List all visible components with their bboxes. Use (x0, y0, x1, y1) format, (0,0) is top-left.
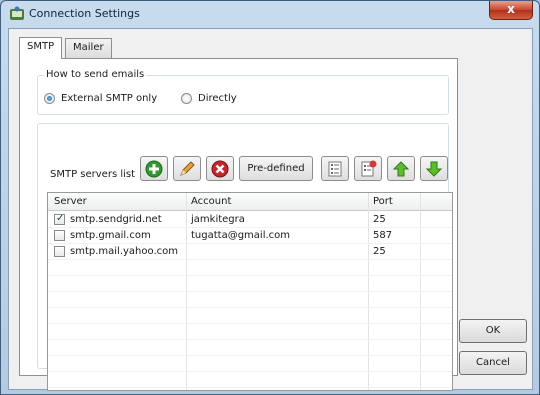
table-header: Server Account Port (48, 193, 452, 211)
empty-row (48, 260, 452, 276)
smtp-servers-label: SMTP servers list (50, 169, 136, 180)
column-header-port[interactable]: Port (373, 196, 393, 207)
delete-server-button[interactable] (206, 156, 234, 181)
window-title: Connection Settings (29, 7, 140, 20)
server-cell: smtp.sendgrid.net (70, 214, 162, 225)
account-cell: tugatta@gmail.com (191, 230, 291, 241)
list-remove-icon (361, 160, 377, 177)
edit-server-button[interactable] (173, 156, 201, 181)
row-checkbox[interactable] (54, 246, 65, 257)
tab-mailer[interactable]: Mailer (65, 38, 112, 58)
table-row[interactable]: smtp.mail.yahoo.com 25 (48, 244, 452, 260)
predefined-button[interactable]: Pre-defined (239, 156, 313, 181)
close-button[interactable]: x (489, 1, 533, 20)
server-cell: smtp.gmail.com (70, 230, 151, 241)
remove-list-button[interactable] (354, 156, 382, 181)
row-checkbox[interactable] (54, 213, 65, 225)
radio-directly[interactable]: Directly (181, 93, 237, 104)
ok-label: OK (485, 325, 501, 336)
predefined-label: Pre-defined (247, 163, 305, 174)
empty-row (48, 292, 452, 308)
row-checkbox[interactable] (54, 230, 65, 241)
port-cell: 25 (373, 214, 386, 225)
tab-label: Mailer (73, 42, 104, 53)
move-up-button[interactable] (387, 156, 415, 181)
smtp-tab-page: How to send emails External SMTP only Di… (19, 58, 458, 391)
radio-button[interactable] (181, 93, 192, 104)
empty-row (48, 324, 452, 340)
title-bar[interactable]: Connection Settings x (1, 1, 539, 27)
port-cell: 587 (373, 230, 393, 241)
empty-row (48, 308, 452, 324)
move-down-icon (425, 161, 443, 177)
dialog-client-area: SMTP Mailer How to send emails External … (8, 28, 533, 391)
list-button[interactable] (321, 156, 349, 181)
empty-row (48, 340, 452, 356)
servers-table[interactable]: Server Account Port smtp.sendgrid.net ja… (47, 192, 453, 391)
cancel-label: Cancel (476, 357, 510, 368)
radio-external-smtp[interactable]: External SMTP only (44, 93, 157, 104)
empty-row (48, 356, 452, 372)
delete-icon (211, 160, 229, 178)
add-server-button[interactable] (140, 156, 168, 181)
connection-settings-window: Connection Settings x SMTP Mailer How to… (0, 0, 540, 395)
port-cell: 25 (373, 246, 386, 257)
tab-smtp[interactable]: SMTP (19, 37, 63, 59)
column-header-server[interactable]: Server (54, 196, 87, 207)
tab-label: SMTP (27, 41, 55, 52)
list-icon (328, 161, 342, 177)
radio-button[interactable] (44, 93, 55, 104)
move-up-icon (392, 161, 410, 177)
table-row[interactable]: smtp.sendgrid.net jamkitegra 25 (48, 212, 452, 228)
ok-button[interactable]: OK (459, 319, 527, 343)
add-icon (145, 160, 163, 178)
cancel-button[interactable]: Cancel (459, 351, 527, 375)
server-cell: smtp.mail.yahoo.com (70, 246, 178, 257)
empty-row (48, 276, 452, 292)
app-icon (10, 6, 24, 20)
empty-row (48, 372, 452, 388)
radio-label: Directly (198, 93, 237, 104)
radio-label: External SMTP only (61, 93, 158, 104)
move-down-button[interactable] (420, 156, 448, 181)
column-header-account[interactable]: Account (191, 196, 231, 207)
account-cell: jamkitegra (191, 214, 245, 225)
send-method-group: How to send emails External SMTP only Di… (37, 69, 449, 115)
table-row[interactable]: smtp.gmail.com tugatta@gmail.com 587 (48, 228, 452, 244)
edit-pencil-icon (180, 161, 195, 176)
send-method-legend: How to send emails (44, 69, 147, 80)
close-icon: x (507, 2, 515, 16)
